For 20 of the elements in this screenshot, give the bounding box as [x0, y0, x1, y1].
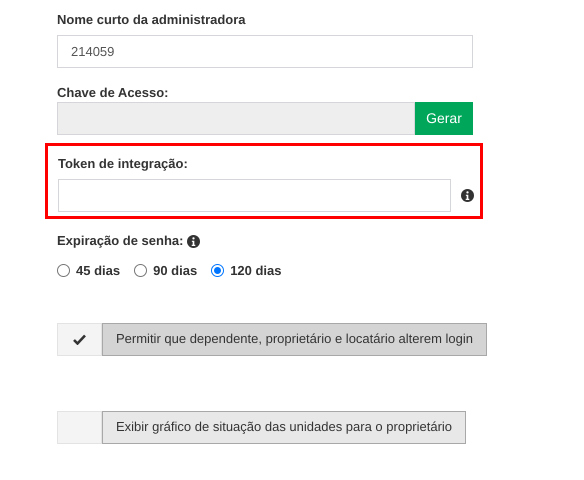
radio-label[interactable]: 45 dias — [76, 261, 120, 280]
radio-button[interactable] — [211, 264, 224, 278]
radio-button[interactable] — [57, 264, 70, 278]
radio-label[interactable]: 90 dias — [153, 261, 198, 280]
field-label: Token de integração: — [58, 156, 189, 172]
input-field[interactable] — [57, 102, 415, 135]
field-label: Expiração de senha: — [57, 233, 184, 249]
checkbox[interactable] — [57, 410, 102, 444]
input-field[interactable]: 214059 — [57, 35, 473, 68]
info-icon — [187, 234, 200, 248]
checkbox[interactable] — [57, 322, 102, 356]
field-label: Nome curto da administradora — [57, 12, 247, 28]
input-field[interactable] — [58, 179, 451, 212]
info-icon — [461, 189, 474, 202]
radio-label[interactable]: 120 dias — [230, 261, 282, 280]
check-icon — [73, 334, 86, 344]
radio-button[interactable] — [134, 264, 148, 278]
field-label: Chave de Acesso: — [57, 85, 170, 101]
toggle-label[interactable]: Permitir que dependente, proprietário e locatário alterem login — [102, 322, 487, 356]
toggle-label[interactable]: Exibir gráfico de situação das unidades para o proprietário — [102, 410, 466, 444]
